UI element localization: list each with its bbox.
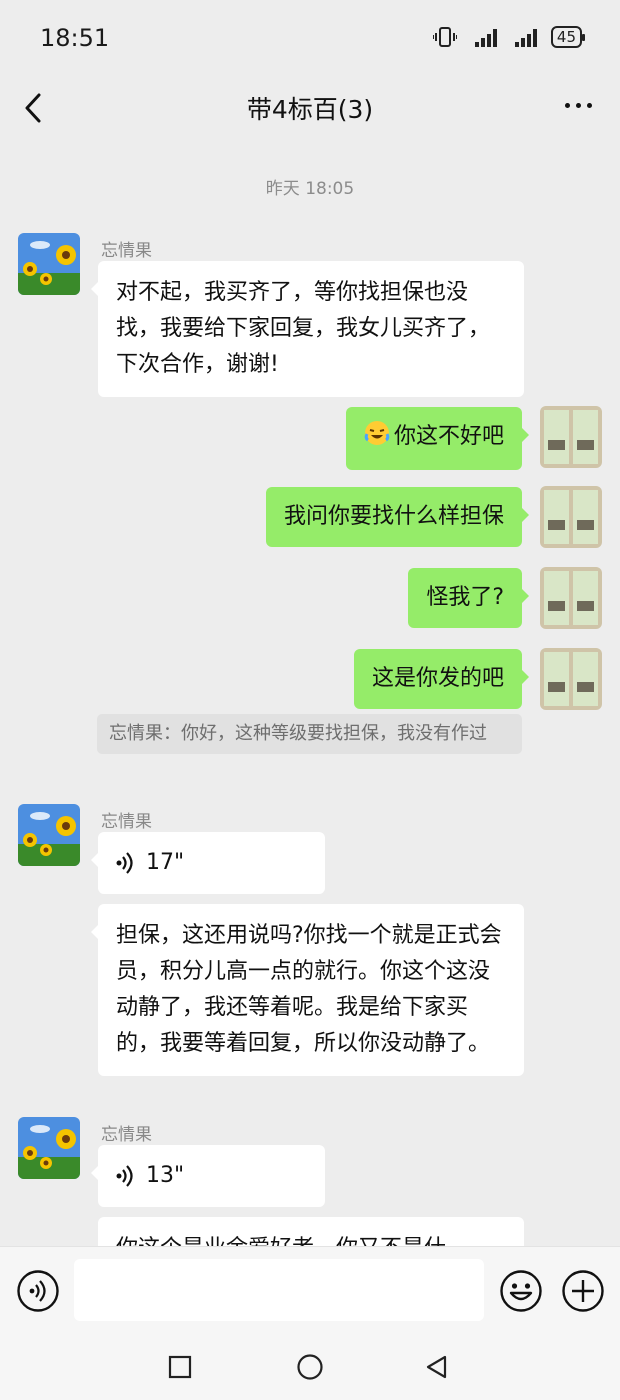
voice-duration: 13" (146, 1163, 185, 1188)
sunflower-avatar-icon (18, 233, 80, 295)
emoji-icon[interactable] (499, 1269, 543, 1313)
recents-icon[interactable] (168, 1355, 192, 1379)
my-avatar[interactable] (540, 567, 602, 629)
my-avatar[interactable] (540, 406, 602, 468)
voice-message[interactable]: 13" (91, 1145, 325, 1207)
face-with-tears-of-joy-icon (364, 420, 390, 458)
message-bubble[interactable]: 你这个是业余爱好者，你又不是什 (98, 1217, 524, 1246)
sunflower-avatar-icon (18, 1117, 80, 1179)
chat-title: 带4标百(3) (246, 95, 374, 124)
sender-name: 忘情果 (101, 1125, 152, 1145)
contact-avatar[interactable] (18, 1117, 80, 1179)
my-avatar[interactable] (540, 648, 602, 710)
signal-icon-2 (514, 29, 537, 47)
voice-duration: 17" (146, 850, 185, 875)
stamp-sheet-avatar-icon (540, 406, 602, 468)
message-list[interactable]: 昨天 18:05 忘情果 对不起，我买齐了，等你找担保也没找，我要给下家回复，我… (0, 136, 620, 1246)
more-options-icon[interactable] (565, 103, 592, 108)
message-text: 你这不好吧 (393, 424, 504, 449)
battery-icon: 45 (550, 26, 586, 48)
message-bubble-outgoing[interactable]: 怪我了? (408, 568, 529, 628)
my-avatar[interactable] (540, 486, 602, 548)
message-input[interactable] (74, 1259, 484, 1321)
status-time: 18:51 (40, 24, 110, 52)
message-timestamp: 昨天 18:05 (265, 179, 355, 199)
input-bar (0, 1246, 620, 1335)
message-bubble[interactable]: 对不起，我买齐了，等你找担保也没找，我要给下家回复，我女儿买齐了，下次合作，谢谢… (91, 261, 524, 397)
contact-avatar[interactable] (18, 233, 80, 295)
back-nav-icon[interactable] (424, 1354, 450, 1380)
stamp-sheet-avatar-icon (540, 486, 602, 548)
message-bubble-outgoing[interactable]: 你这不好吧 (345, 407, 530, 470)
status-bar: 18:51 45 (0, 0, 620, 78)
voice-input-icon[interactable] (16, 1269, 60, 1313)
chat-header: 带4标百(3) (0, 78, 620, 136)
voice-wave-icon (116, 1165, 133, 1187)
message-bubble-outgoing[interactable]: 我问你要找什么样担保 (265, 487, 530, 547)
voice-wave-icon (116, 852, 133, 874)
status-icons: 45 (432, 26, 586, 48)
home-icon[interactable] (296, 1353, 324, 1381)
sender-name: 忘情果 (101, 812, 152, 832)
stamp-sheet-avatar-icon (540, 567, 602, 629)
sunflower-avatar-icon (18, 804, 80, 866)
message-bubble[interactable]: 担保，这还用说吗?你找一个就是正式会员，积分儿高一点的就行。你这个这没动静了，我… (91, 904, 524, 1076)
voice-message[interactable]: 17" (91, 832, 325, 894)
vibrate-icon (432, 27, 457, 47)
stamp-sheet-avatar-icon (540, 648, 602, 710)
system-nav-bar (0, 1334, 620, 1400)
add-icon[interactable] (561, 1269, 605, 1313)
message-bubble-outgoing[interactable]: 这是你发的吧 (353, 649, 530, 709)
sender-name: 忘情果 (101, 241, 152, 261)
quoted-reply[interactable]: 忘情果：你好，这种等级要找担保，我没有作过 (97, 714, 522, 754)
signal-icon-1 (474, 29, 497, 47)
contact-avatar[interactable] (18, 804, 80, 866)
